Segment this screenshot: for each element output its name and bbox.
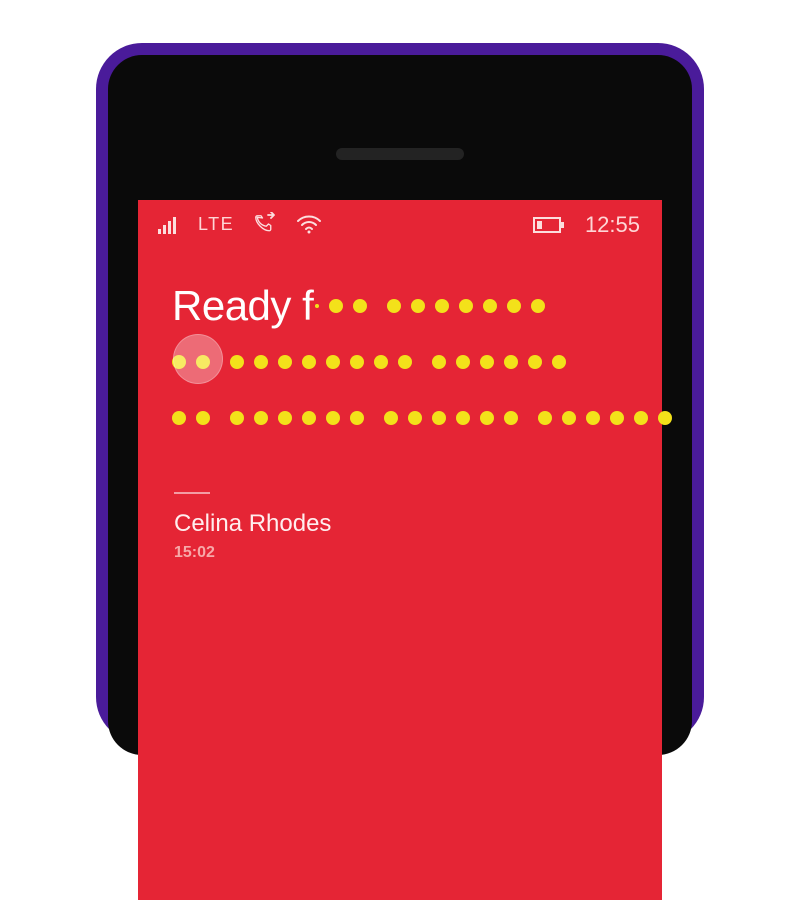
hero-revealed-text[interactable]: Ready f xyxy=(172,278,313,334)
obscured-char-dot xyxy=(398,355,412,369)
obscured-char-dot xyxy=(586,411,600,425)
obscured-char-dot xyxy=(326,355,340,369)
screen[interactable]: LTE 12:55 Ready f Celi xyxy=(138,200,662,900)
obscured-char-dot xyxy=(538,411,552,425)
obscured-char-dot xyxy=(278,355,292,369)
obscured-char-dot xyxy=(254,355,268,369)
status-bar: LTE 12:55 xyxy=(138,212,662,246)
obscured-char-dot xyxy=(456,411,470,425)
obscured-word[interactable] xyxy=(432,355,566,369)
obscured-char-dot xyxy=(353,299,367,313)
obscured-char-dot xyxy=(480,355,494,369)
obscured-char-dot xyxy=(531,299,545,313)
obscured-char-dot xyxy=(172,411,186,425)
obscured-word[interactable] xyxy=(538,411,672,425)
obscured-char-dot xyxy=(504,411,518,425)
obscured-char-dot xyxy=(302,411,316,425)
phone-speaker xyxy=(336,148,464,160)
obscured-word[interactable] xyxy=(329,299,367,313)
obscured-char-dot xyxy=(302,355,316,369)
signal-icon xyxy=(158,214,180,234)
obscured-char-dot xyxy=(483,299,497,313)
call-forward-icon xyxy=(252,212,278,236)
touch-cursor xyxy=(173,334,223,384)
obscured-char-dot xyxy=(552,355,566,369)
obscured-char-dot xyxy=(432,411,446,425)
obscured-char-dot xyxy=(196,411,210,425)
obscured-char-dot xyxy=(456,355,470,369)
obscured-char-dot xyxy=(480,411,494,425)
obscured-char-dot xyxy=(562,411,576,425)
obscured-char-dot xyxy=(528,355,542,369)
obscured-word[interactable] xyxy=(384,411,518,425)
obscured-char-dot xyxy=(610,411,624,425)
obscured-word[interactable] xyxy=(387,299,545,313)
obscured-char-dot xyxy=(634,411,648,425)
obscured-char-dot xyxy=(658,411,672,425)
obscured-word[interactable] xyxy=(172,411,210,425)
obscured-char-dot xyxy=(278,411,292,425)
obscured-char-dot xyxy=(411,299,425,313)
obscured-char-dot xyxy=(329,299,343,313)
obscured-word[interactable] xyxy=(230,355,412,369)
obscured-word[interactable] xyxy=(230,411,364,425)
obscured-char-dot xyxy=(230,411,244,425)
hero-headline[interactable]: Ready f xyxy=(172,278,642,446)
wifi-icon xyxy=(296,214,322,234)
phone-bezel: LTE 12:55 Ready f Celi xyxy=(108,55,692,755)
obscured-char-dot xyxy=(435,299,449,313)
obscured-char-dot xyxy=(350,411,364,425)
network-label: LTE xyxy=(198,214,234,235)
obscured-char-dot xyxy=(408,411,422,425)
obscured-char-dot xyxy=(459,299,473,313)
obscured-char-dot xyxy=(374,355,388,369)
obscured-char-dot xyxy=(384,411,398,425)
article-timestamp: 15:02 xyxy=(174,544,215,562)
obscured-char-dot xyxy=(387,299,401,313)
obscured-char-dot xyxy=(254,411,268,425)
obscured-char-dot xyxy=(507,299,521,313)
article-author[interactable]: Celina Rhodes xyxy=(174,510,331,538)
divider xyxy=(174,492,210,494)
obscured-char-dot xyxy=(326,411,340,425)
obscured-char-dot xyxy=(230,355,244,369)
obscured-char-dot xyxy=(504,355,518,369)
obscured-char-dot xyxy=(432,355,446,369)
status-clock: 12:55 xyxy=(585,212,640,238)
phone-frame: LTE 12:55 Ready f Celi xyxy=(96,43,704,743)
selection-handle[interactable] xyxy=(315,304,319,308)
battery-icon xyxy=(533,216,565,234)
obscured-char-dot xyxy=(350,355,364,369)
